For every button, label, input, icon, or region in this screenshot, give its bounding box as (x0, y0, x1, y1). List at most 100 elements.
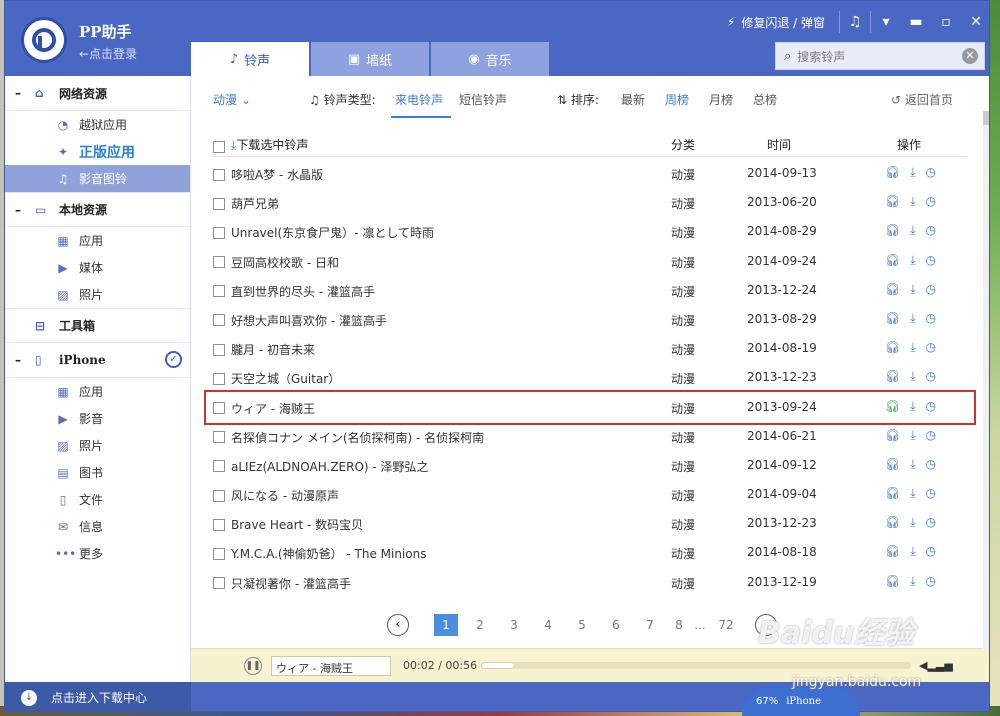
set-ringtone-icon[interactable]: ◷ (926, 311, 936, 326)
table-row[interactable]: 天空之城（Guitar） 动漫 2013-12-23 🎧︎ ⤓ ◷ (211, 363, 967, 392)
sidebar-item-iphone-photos[interactable]: ▨ 照片 (5, 432, 190, 459)
page-6[interactable]: 6 (599, 618, 633, 632)
row-checkbox[interactable] (213, 488, 225, 502)
table-row[interactable]: aLIEz(ALDNOAH.ZERO) - 泽野弘之 动漫 2014-09-12 🎧︎… (211, 451, 967, 480)
menu-icon[interactable]: ▾ (871, 14, 901, 30)
close-icon[interactable]: ✕ (961, 14, 989, 30)
page-3[interactable]: 3 (497, 618, 531, 632)
sidebar-item-iphone-files[interactable]: ▯ 文件 (5, 486, 190, 513)
headphones-icon[interactable]: 🎧︎ (885, 194, 900, 209)
sidebar-section-network[interactable]: – ⌂ 网络资源 (5, 76, 190, 111)
sidebar-section-toolbox[interactable]: ⊟ 工具箱 (5, 308, 190, 343)
progress-bar[interactable] (481, 662, 911, 669)
download-icon[interactable]: ⤓ (910, 544, 915, 559)
set-ringtone-icon[interactable]: ◷ (926, 544, 936, 559)
set-ringtone-icon[interactable]: ◷ (926, 369, 936, 384)
headphones-icon[interactable]: 🎧︎ (885, 165, 900, 180)
table-row[interactable]: Brave Heart - 数码宝贝 动漫 2013-12-23 🎧︎ ⤓ ◷ (211, 509, 967, 538)
page-1[interactable]: 1 (434, 614, 458, 636)
tab-wallpaper[interactable]: ▣ 墙纸 (311, 42, 429, 76)
device-status-badge[interactable]: 67% iPhone (742, 686, 860, 716)
page-last[interactable]: 72 (709, 618, 743, 632)
scrollbar[interactable] (983, 111, 989, 651)
collapse-icon[interactable]: – (15, 353, 27, 367)
row-checkbox[interactable] (213, 546, 225, 560)
row-checkbox[interactable] (213, 255, 225, 269)
row-checkbox[interactable] (213, 196, 225, 210)
set-ringtone-icon[interactable]: ◷ (926, 253, 936, 268)
download-icon[interactable]: ⤓ (910, 253, 915, 268)
back-home-button[interactable]: ↺ 返回首页 (891, 91, 953, 108)
sort-monthly[interactable]: 月榜 (709, 91, 733, 108)
set-ringtone-icon[interactable]: ◷ (926, 194, 936, 209)
page-7[interactable]: 7 (633, 618, 667, 632)
table-row[interactable]: 豆岡高校校歌 - 日和 动漫 2014-09-24 🎧︎ ⤓ ◷ (211, 247, 967, 276)
download-center-button[interactable]: ↓ 点击进入下载中心 (5, 682, 191, 711)
download-icon[interactable]: ⤓ (910, 282, 915, 297)
sidebar-item-iphone-media[interactable]: ▶ 影音 (5, 405, 190, 432)
table-row[interactable]: 好想大声叫喜欢你 - 灌篮高手 动漫 2013-08-29 🎧︎ ⤓ ◷ (211, 305, 967, 334)
download-icon[interactable]: ⤓ (910, 340, 915, 355)
sidebar-section-local[interactable]: – ▭ 本地资源 (5, 192, 190, 227)
sidebar-item-local-apps[interactable]: ▦ 应用 (5, 227, 190, 254)
headphones-icon[interactable]: 🎧︎ (885, 428, 900, 443)
headphones-icon[interactable]: 🎧︎ (885, 340, 900, 355)
clear-search-icon[interactable]: ✕ (962, 48, 978, 64)
sidebar-item-local-photos[interactable]: ▨ 照片 (5, 281, 190, 308)
download-icon[interactable]: ⤓ (910, 194, 915, 209)
sidebar-item-genuine-apps[interactable]: ✦ 正版应用 (5, 138, 190, 165)
row-checkbox[interactable] (213, 430, 225, 444)
row-checkbox[interactable] (213, 284, 225, 298)
tab-music[interactable]: ◉ 音乐 (431, 42, 549, 76)
category-dropdown[interactable]: 动漫 ⌄ (213, 91, 251, 108)
minimize-icon[interactable]: ▬ (901, 14, 931, 30)
headphones-icon[interactable]: 🎧︎ (885, 574, 900, 589)
table-row[interactable]: 朧月 - 初音未来 动漫 2014-08-19 🎧︎ ⤓ ◷ (211, 334, 967, 363)
page-5[interactable]: 5 (565, 618, 599, 632)
download-icon[interactable]: ⤓ (910, 515, 915, 530)
sidebar-section-iphone[interactable]: – ▯ iPhone ✓ (5, 343, 190, 378)
page-4[interactable]: 4 (531, 618, 565, 632)
sidebar-item-iphone-books[interactable]: ▤ 图书 (5, 459, 190, 486)
download-selected-button[interactable]: ⤓下载选中铃声 (231, 136, 308, 153)
headphones-icon[interactable]: 🎧︎ (885, 369, 900, 384)
table-row[interactable]: 直到世界的尽头 - 灌篮高手 动漫 2013-12-24 🎧︎ ⤓ ◷ (211, 276, 967, 305)
headphones-icon[interactable]: 🎧︎ (885, 282, 900, 297)
set-ringtone-icon[interactable]: ◷ (926, 282, 936, 297)
pause-icon[interactable]: ❚❚ (244, 657, 262, 675)
search-input[interactable]: 搜索铃声 (791, 48, 962, 65)
row-checkbox[interactable] (213, 517, 225, 531)
login-link[interactable]: ←点击登录 (79, 45, 137, 62)
sort-weekly[interactable]: 周榜 (665, 91, 689, 108)
set-ringtone-icon[interactable]: ◷ (926, 340, 936, 355)
fix-crash-button[interactable]: ⚡ 修复闪退 / 弹窗 (727, 14, 839, 31)
table-row[interactable]: Unravel(东京食尸鬼）- 凛として時雨 动漫 2014-08-29 🎧︎ ⤓ ◷ (211, 217, 967, 246)
row-checkbox[interactable] (213, 313, 225, 327)
collapse-icon[interactable]: – (15, 86, 27, 100)
set-ringtone-icon[interactable]: ◷ (926, 428, 936, 443)
page-8[interactable]: 8 (667, 618, 691, 632)
sidebar-item-media-ringtones[interactable]: ♫ 影音图铃 (5, 165, 190, 192)
row-checkbox[interactable] (213, 167, 225, 181)
download-icon[interactable]: ⤓ (910, 457, 915, 472)
collapse-icon[interactable]: – (15, 203, 27, 217)
headphones-icon[interactable]: 🎧︎ (885, 253, 900, 268)
volume-icon[interactable]: ◀▂▃▅ (919, 659, 953, 672)
download-icon[interactable]: ⤓ (910, 165, 915, 180)
tab-ringtone[interactable]: ♪ 铃声 (191, 42, 309, 76)
download-icon[interactable]: ⤓ (910, 486, 915, 501)
set-ringtone-icon[interactable]: ◷ (926, 165, 936, 180)
download-icon[interactable]: ⤓ (910, 369, 915, 384)
type-sms[interactable]: 短信铃声 (459, 91, 507, 108)
row-checkbox[interactable] (213, 225, 225, 239)
headphones-icon[interactable]: 🎧︎ (885, 457, 900, 472)
search-box[interactable]: ⌕ 搜索铃声 ✕ (775, 42, 985, 70)
table-row[interactable]: 只凝视著你 - 灌篮高手 动漫 2013-12-19 🎧︎ ⤓ ◷ (211, 568, 967, 597)
headphones-icon[interactable]: 🎧︎ (885, 515, 900, 530)
download-icon[interactable]: ⤓ (910, 223, 915, 238)
sidebar-item-iphone-messages[interactable]: ✉ 信息 (5, 513, 190, 540)
table-row[interactable]: Y.M.C.A.(神偷奶爸） - The Minions 动漫 2014-08-18… (211, 538, 967, 567)
prev-page-icon[interactable]: ‹ (387, 614, 409, 636)
sidebar-item-iphone-apps[interactable]: ▦ 应用 (5, 378, 190, 405)
headphones-icon[interactable]: 🎧︎ (885, 223, 900, 238)
